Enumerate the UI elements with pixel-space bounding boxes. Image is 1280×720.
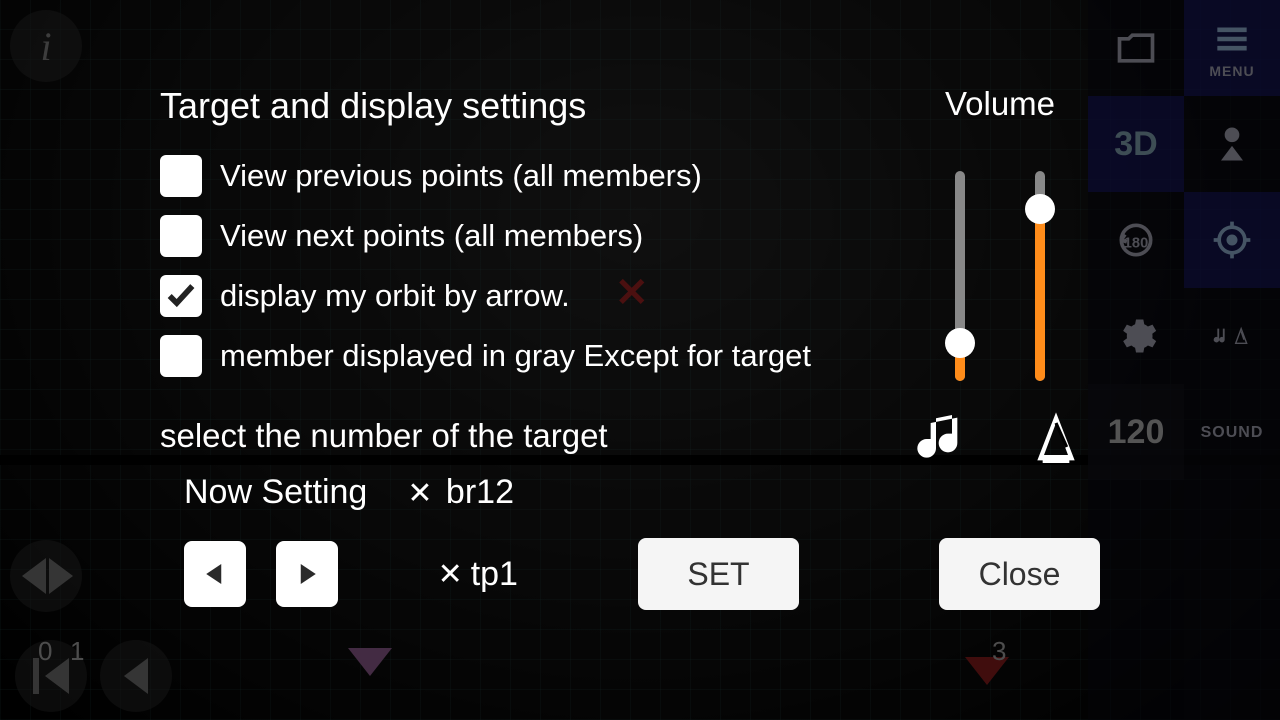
volume-panel: Volume [900,85,1100,471]
music-volume-slider[interactable] [955,171,965,381]
option-label: View next points (all members) [220,218,643,254]
target-nav-row: ✕tp1 SET Close [160,538,1100,610]
metronome-volume-slider[interactable] [1035,171,1045,381]
checkbox[interactable] [160,155,202,197]
now-setting-label: Now Setting [184,473,367,512]
close-button[interactable]: Close [939,538,1100,610]
prev-target-button[interactable] [184,541,246,607]
option-label: display my orbit by arrow. [220,278,570,314]
option-label: View previous points (all members) [220,158,702,194]
set-button[interactable]: SET [638,538,799,610]
slider-thumb[interactable] [945,328,975,358]
option-label: member displayed in gray Except for targ… [220,338,811,374]
checkbox[interactable] [160,215,202,257]
checkbox[interactable] [160,335,202,377]
now-setting-value: ✕ br12 [407,473,514,512]
slider-thumb[interactable] [1025,194,1055,224]
volume-title: Volume [900,85,1100,123]
metronome-icon [1024,407,1088,471]
next-target-button[interactable] [276,541,338,607]
current-target-value: ✕tp1 [438,555,518,594]
now-setting-row: Now Setting ✕ br12 [160,473,1100,512]
settings-modal: Target and display settings View previou… [160,85,1100,630]
slider-fill [1035,209,1045,381]
music-note-icon [912,407,976,471]
checkbox[interactable] [160,275,202,317]
